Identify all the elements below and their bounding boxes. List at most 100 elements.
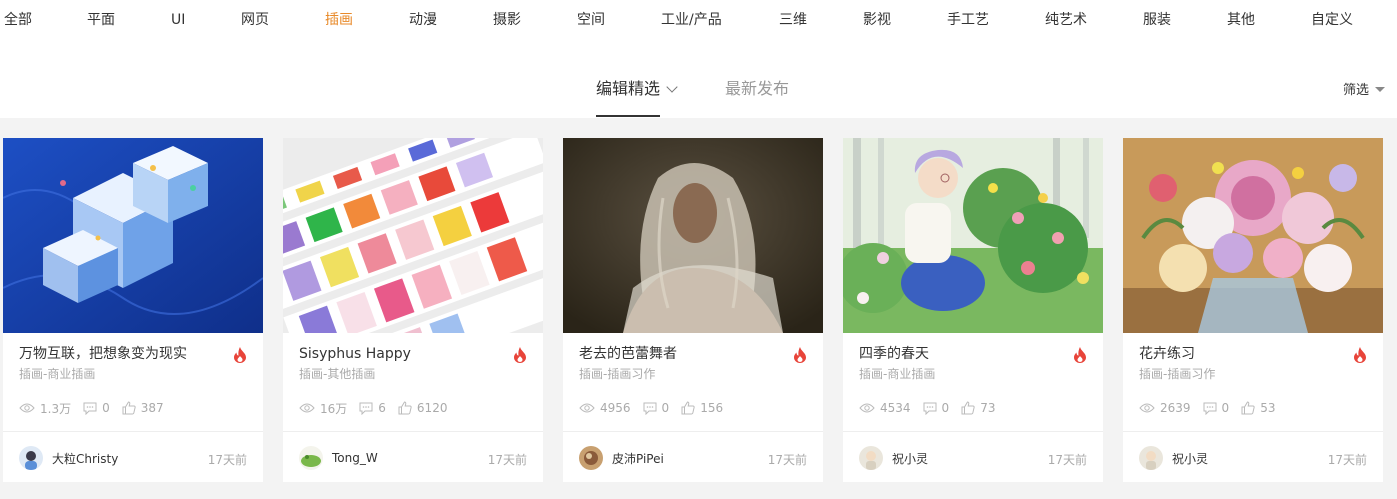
author-name[interactable]: 祝小灵: [892, 450, 928, 467]
work-card[interactable]: 花卉练习 插画-插画习作 2639 0 53 祝小灵 17天前: [1123, 138, 1383, 482]
work-category: 插画-插画习作: [1139, 367, 1216, 381]
author-name[interactable]: 祝小灵: [1172, 450, 1208, 467]
category-industrial[interactable]: 工业/产品: [661, 10, 722, 30]
views-count: 4534: [880, 401, 911, 415]
chevron-down-icon: [666, 81, 678, 93]
likes-count: 6120: [416, 401, 448, 415]
author-link[interactable]: 大粒Christy: [19, 446, 118, 470]
hot-fire-icon: [1074, 347, 1086, 363]
category-film[interactable]: 影视: [863, 10, 891, 30]
sort-bar: 编辑精选 最新发布 筛选: [0, 60, 1397, 118]
work-title[interactable]: Sisyphus Happy: [299, 344, 411, 364]
category-3d[interactable]: 三维: [779, 10, 807, 30]
work-category: 插画-商业插画: [859, 367, 936, 381]
tab-editor-pick-label: 编辑精选: [596, 79, 661, 98]
views-count: 4956: [600, 401, 631, 415]
work-thumbnail[interactable]: [1123, 138, 1383, 333]
category-nav: 全部 平面 UI 网页 插画 动漫 摄影 空间 工业/产品 三维 影视 手工艺 …: [0, 0, 1397, 40]
category-custom[interactable]: 自定义: [1311, 10, 1353, 30]
views-stat: 1.3万: [19, 400, 71, 417]
comments-count: 0: [661, 401, 670, 415]
comment-icon: [359, 402, 373, 415]
publish-time: 17天前: [1327, 453, 1367, 467]
author-link[interactable]: Tong_W: [299, 446, 378, 470]
works-grid: 万物互联，把想象变为现实 插画-商业插画 1.3万 0 387 大粒Christ…: [0, 118, 1397, 499]
filter-label: 筛选: [1342, 83, 1369, 98]
category-web[interactable]: 网页: [241, 10, 269, 30]
work-stats: 2639 0 53: [1139, 400, 1287, 416]
views-stat: 4956: [579, 401, 631, 415]
category-animation[interactable]: 动漫: [409, 10, 437, 30]
category-other[interactable]: 其他: [1227, 10, 1255, 30]
category-all[interactable]: 全部: [4, 10, 32, 30]
work-card[interactable]: 万物互联，把想象变为现实 插画-商业插画 1.3万 0 387 大粒Christ…: [3, 138, 263, 482]
eye-icon: [1139, 403, 1155, 413]
tab-editor-pick[interactable]: 编辑精选: [596, 78, 678, 100]
work-stats: 4956 0 156: [579, 400, 735, 416]
author-name[interactable]: Tong_W: [332, 451, 378, 465]
comment-icon: [923, 402, 937, 415]
avatar[interactable]: [859, 446, 883, 470]
hot-fire-icon: [234, 347, 246, 363]
publish-time: 17天前: [487, 453, 527, 467]
work-stats: 4534 0 73: [859, 400, 1007, 416]
card-divider: [283, 431, 543, 432]
category-photography[interactable]: 摄影: [493, 10, 521, 30]
work-category: 插画-商业插画: [19, 367, 96, 381]
work-card[interactable]: 老去的芭蕾舞者 插画-插画习作 4956 0 156 皮沛PiPei 17天前: [563, 138, 823, 482]
work-card[interactable]: 四季的春天 插画-商业插画 4534 0 73 祝小灵 17天前: [843, 138, 1103, 482]
category-space[interactable]: 空间: [577, 10, 605, 30]
comments-stat: 0: [1203, 401, 1229, 415]
comments-stat: 0: [83, 401, 110, 415]
likes-stat: 156: [681, 401, 723, 415]
active-tab-indicator: [596, 115, 660, 117]
work-thumbnail[interactable]: [843, 138, 1103, 333]
card-divider: [3, 431, 263, 432]
thumbs-up-icon: [681, 401, 695, 415]
author-link[interactable]: 祝小灵: [859, 446, 928, 470]
likes-stat: 387: [122, 401, 164, 415]
comments-count: 0: [941, 401, 950, 415]
comment-icon: [83, 402, 97, 415]
thumbs-up-icon: [961, 401, 975, 415]
publish-time: 17天前: [767, 453, 807, 467]
eye-icon: [19, 403, 35, 413]
category-illustration[interactable]: 插画: [325, 10, 353, 30]
category-graphic[interactable]: 平面: [87, 10, 115, 30]
author-link[interactable]: 皮沛PiPei: [579, 446, 664, 470]
eye-icon: [579, 403, 595, 413]
work-title[interactable]: 老去的芭蕾舞者: [579, 344, 677, 364]
work-title[interactable]: 四季的春天: [859, 344, 929, 364]
likes-count: 53: [1260, 401, 1276, 415]
avatar[interactable]: [1139, 446, 1163, 470]
category-fine-art[interactable]: 纯艺术: [1045, 10, 1087, 30]
category-fashion[interactable]: 服装: [1143, 10, 1171, 30]
work-stats: 16万 6 6120: [299, 400, 459, 416]
author-name[interactable]: 皮沛PiPei: [612, 450, 664, 467]
author-link[interactable]: 祝小灵: [1139, 446, 1208, 470]
tab-latest[interactable]: 最新发布: [725, 78, 789, 100]
publish-time: 17天前: [207, 453, 247, 467]
likes-stat: 53: [1241, 401, 1275, 415]
work-thumbnail[interactable]: [283, 138, 543, 333]
work-thumbnail[interactable]: [563, 138, 823, 333]
author-name[interactable]: 大粒Christy: [52, 450, 118, 467]
views-count: 2639: [1160, 401, 1191, 415]
card-divider: [563, 431, 823, 432]
work-title[interactable]: 花卉练习: [1139, 344, 1195, 364]
thumbs-up-icon: [1241, 401, 1255, 415]
comment-icon: [643, 402, 657, 415]
avatar[interactable]: [299, 446, 323, 470]
category-ui[interactable]: UI: [171, 10, 185, 30]
comment-icon: [1203, 402, 1217, 415]
category-craft[interactable]: 手工艺: [947, 10, 989, 30]
likes-count: 387: [140, 401, 164, 415]
work-card[interactable]: Sisyphus Happy 插画-其他插画 16万 6 6120 Tong_W…: [283, 138, 543, 482]
views-count: 1.3万: [40, 401, 72, 416]
eye-icon: [299, 403, 315, 413]
work-thumbnail[interactable]: [3, 138, 263, 333]
avatar[interactable]: [579, 446, 603, 470]
filter-button[interactable]: 筛选: [1343, 82, 1385, 100]
work-title[interactable]: 万物互联，把想象变为现实: [19, 344, 187, 364]
avatar[interactable]: [19, 446, 43, 470]
